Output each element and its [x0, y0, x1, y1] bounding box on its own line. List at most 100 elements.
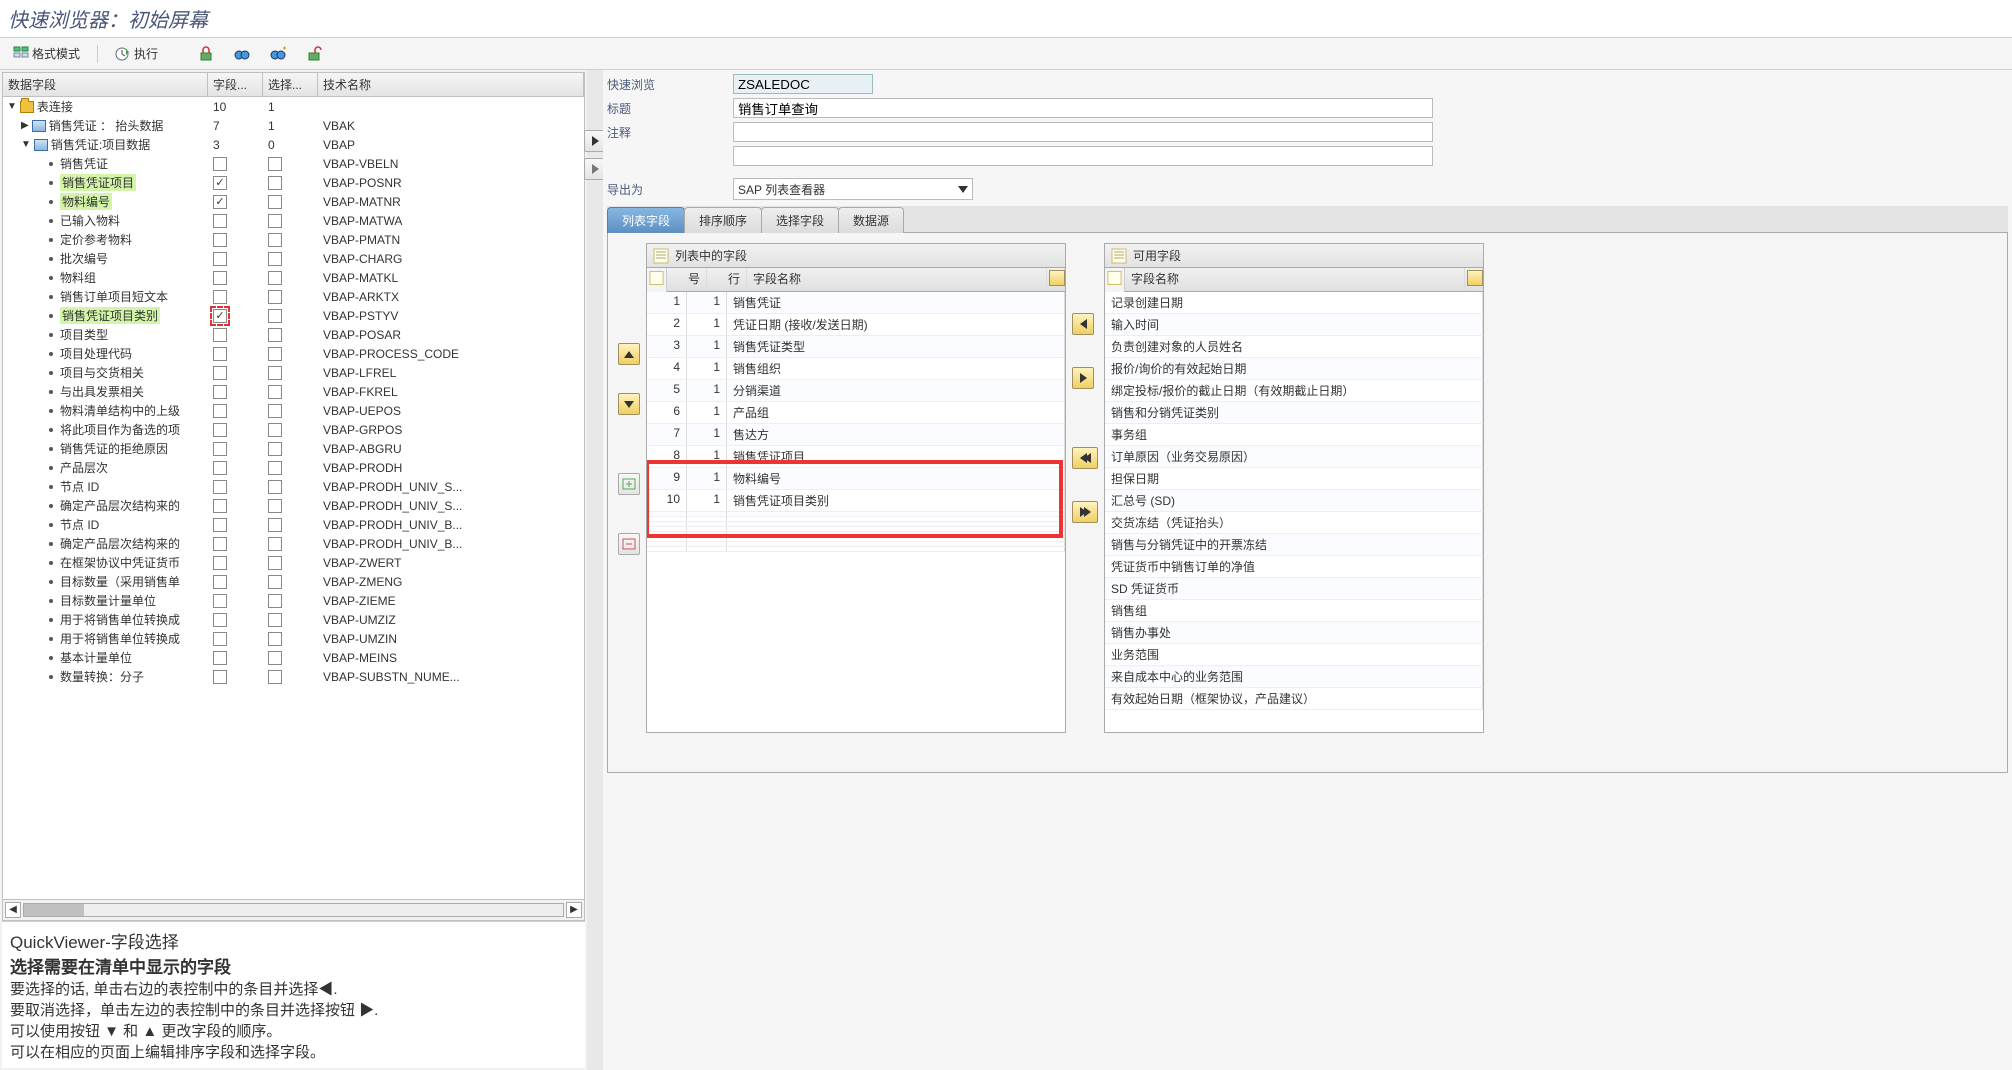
tree-leaf[interactable]: 产品层次VBAP-PRODH	[3, 458, 584, 477]
table-row[interactable]: 销售与分销凭证中的开票冻结	[1105, 534, 1483, 556]
list-field-checkbox[interactable]	[213, 366, 227, 380]
list-field-checkbox[interactable]	[213, 594, 227, 608]
tree-leaf[interactable]: 销售凭证VBAP-VBELN	[3, 154, 584, 173]
table-row[interactable]: 71售达方	[647, 424, 1065, 446]
table-row[interactable]: 报价/询价的有效起始日期	[1105, 358, 1483, 380]
table-row[interactable]: 51分销渠道	[647, 380, 1065, 402]
tab-select-fields[interactable]: 选择字段	[761, 207, 839, 233]
table-row[interactable]: 汇总号 (SD)	[1105, 490, 1483, 512]
selection-field-checkbox[interactable]	[268, 252, 282, 266]
table-row[interactable]: 91物料编号	[647, 468, 1065, 490]
selection-field-checkbox[interactable]	[268, 651, 282, 665]
quickview-input[interactable]	[733, 74, 873, 94]
list-field-checkbox[interactable]	[213, 651, 227, 665]
table-row[interactable]: 有效起始日期（框架协议，产品建议）	[1105, 688, 1483, 710]
list-field-checkbox[interactable]	[213, 233, 227, 247]
execute-button[interactable]: 执行	[108, 42, 165, 65]
tree-leaf[interactable]: 与出具发票相关VBAP-FKREL	[3, 382, 584, 401]
tree-leaf[interactable]: 节点 IDVBAP-PRODH_UNIV_B...	[3, 515, 584, 534]
selection-field-checkbox[interactable]	[268, 442, 282, 456]
tree-node-vbap[interactable]: ▼销售凭证:项目数据 3 0 VBAP	[3, 135, 584, 154]
selection-field-checkbox[interactable]	[268, 461, 282, 475]
list-field-checkbox[interactable]	[213, 480, 227, 494]
selection-field-checkbox[interactable]	[268, 233, 282, 247]
tree-leaf[interactable]: 基本计量单位VBAP-MEINS	[3, 648, 584, 667]
list-field-checkbox[interactable]	[213, 499, 227, 513]
table-row[interactable]: 交货冻结（凭证抬头）	[1105, 512, 1483, 534]
scroll-right-button[interactable]: ▶	[566, 902, 582, 918]
tree-leaf[interactable]: 在框架协议中凭证货币VBAP-ZWERT	[3, 553, 584, 572]
selection-field-checkbox[interactable]	[268, 537, 282, 551]
selection-field-checkbox[interactable]	[268, 347, 282, 361]
tab-data-source[interactable]: 数据源	[838, 207, 904, 233]
selection-field-checkbox[interactable]	[268, 309, 282, 323]
comment-input[interactable]	[733, 122, 1433, 142]
tree-leaf[interactable]: 销售凭证的拒绝原因VBAP-ABGRU	[3, 439, 584, 458]
selection-field-checkbox[interactable]	[268, 594, 282, 608]
table-row[interactable]: 输入时间	[1105, 314, 1483, 336]
tree-leaf[interactable]: 销售订单项目短文本VBAP-ARKTX	[3, 287, 584, 306]
move-down-button[interactable]	[618, 393, 640, 415]
list-field-checkbox[interactable]	[213, 518, 227, 532]
tree-leaf[interactable]: 确定产品层次结构来的VBAP-PRODH_UNIV_B...	[3, 534, 584, 553]
list-field-checkbox[interactable]	[213, 195, 227, 209]
table-row[interactable]: 81销售凭证项目	[647, 446, 1065, 468]
table-row[interactable]	[647, 547, 1065, 552]
remove-field-button[interactable]	[1072, 367, 1094, 389]
tool-button-2[interactable]	[227, 43, 257, 65]
list-corner-icon[interactable]	[649, 270, 664, 286]
list-field-checkbox[interactable]	[213, 537, 227, 551]
selection-field-checkbox[interactable]	[268, 670, 282, 684]
list-field-checkbox[interactable]	[213, 309, 227, 323]
table-row[interactable]: 销售办事处	[1105, 622, 1483, 644]
list-field-checkbox[interactable]	[213, 214, 227, 228]
selection-field-checkbox[interactable]	[268, 518, 282, 532]
table-row[interactable]: 11销售凭证	[647, 292, 1065, 314]
tree-leaf[interactable]: 用于将销售单位转换成VBAP-UMZIN	[3, 629, 584, 648]
add-field-button[interactable]	[1072, 313, 1094, 335]
tree-leaf[interactable]: 目标数量计量单位VBAP-ZIEME	[3, 591, 584, 610]
config-columns-button[interactable]	[1049, 270, 1065, 286]
selection-field-checkbox[interactable]	[268, 214, 282, 228]
list-corner-icon[interactable]	[1107, 270, 1122, 286]
list-field-checkbox[interactable]	[213, 670, 227, 684]
table-row[interactable]: 31销售凭证类型	[647, 336, 1065, 358]
selection-field-checkbox[interactable]	[268, 271, 282, 285]
tree-leaf[interactable]: 项目处理代码VBAP-PROCESS_CODE	[3, 344, 584, 363]
tree-leaf[interactable]: 节点 IDVBAP-PRODH_UNIV_S...	[3, 477, 584, 496]
table-row[interactable]: 41销售组织	[647, 358, 1065, 380]
table-row[interactable]: 业务范围	[1105, 644, 1483, 666]
selection-field-checkbox[interactable]	[268, 195, 282, 209]
list-field-checkbox[interactable]	[213, 347, 227, 361]
tree-leaf[interactable]: 项目与交货相关VBAP-LFREL	[3, 363, 584, 382]
format-mode-button[interactable]: 格式模式	[6, 42, 87, 65]
selection-field-checkbox[interactable]	[268, 176, 282, 190]
selection-field-checkbox[interactable]	[268, 632, 282, 646]
selection-field-checkbox[interactable]	[268, 366, 282, 380]
tab-list-fields[interactable]: 列表字段	[607, 207, 685, 233]
table-row[interactable]: 担保日期	[1105, 468, 1483, 490]
table-row[interactable]: 记录创建日期	[1105, 292, 1483, 314]
list-field-checkbox[interactable]	[213, 290, 227, 304]
selection-field-checkbox[interactable]	[268, 575, 282, 589]
tree-node-vbak[interactable]: ▶销售凭证 ： 抬头数据 7 1 VBAK	[3, 116, 584, 135]
table-row[interactable]: 绑定投标/报价的截止日期（有效期截止日期）	[1105, 380, 1483, 402]
tree-leaf[interactable]: 销售凭证项目VBAP-POSNR	[3, 173, 584, 192]
table-row[interactable]: 凭证货币中销售订单的净值	[1105, 556, 1483, 578]
table-row[interactable]: 21凭证日期 (接收/发送日期)	[647, 314, 1065, 336]
tree-leaf[interactable]: 将此项目作为备选的项VBAP-GRPOS	[3, 420, 584, 439]
list-field-checkbox[interactable]	[213, 385, 227, 399]
list-field-checkbox[interactable]	[213, 328, 227, 342]
list-field-checkbox[interactable]	[213, 613, 227, 627]
insert-row-button[interactable]	[618, 473, 640, 495]
move-up-button[interactable]	[618, 343, 640, 365]
tree-leaf[interactable]: 物料清单结构中的上级VBAP-UEPOS	[3, 401, 584, 420]
table-row[interactable]: 61产品组	[647, 402, 1065, 424]
delete-row-button[interactable]	[618, 533, 640, 555]
list-field-checkbox[interactable]	[213, 176, 227, 190]
table-row[interactable]: 101销售凭证项目类别	[647, 490, 1065, 512]
tree-leaf[interactable]: 销售凭证项目类别VBAP-PSTYV	[3, 306, 584, 325]
table-row[interactable]: 事务组	[1105, 424, 1483, 446]
tree-leaf[interactable]: 定价参考物料VBAP-PMATN	[3, 230, 584, 249]
table-row[interactable]: 来自成本中心的业务范围	[1105, 666, 1483, 688]
